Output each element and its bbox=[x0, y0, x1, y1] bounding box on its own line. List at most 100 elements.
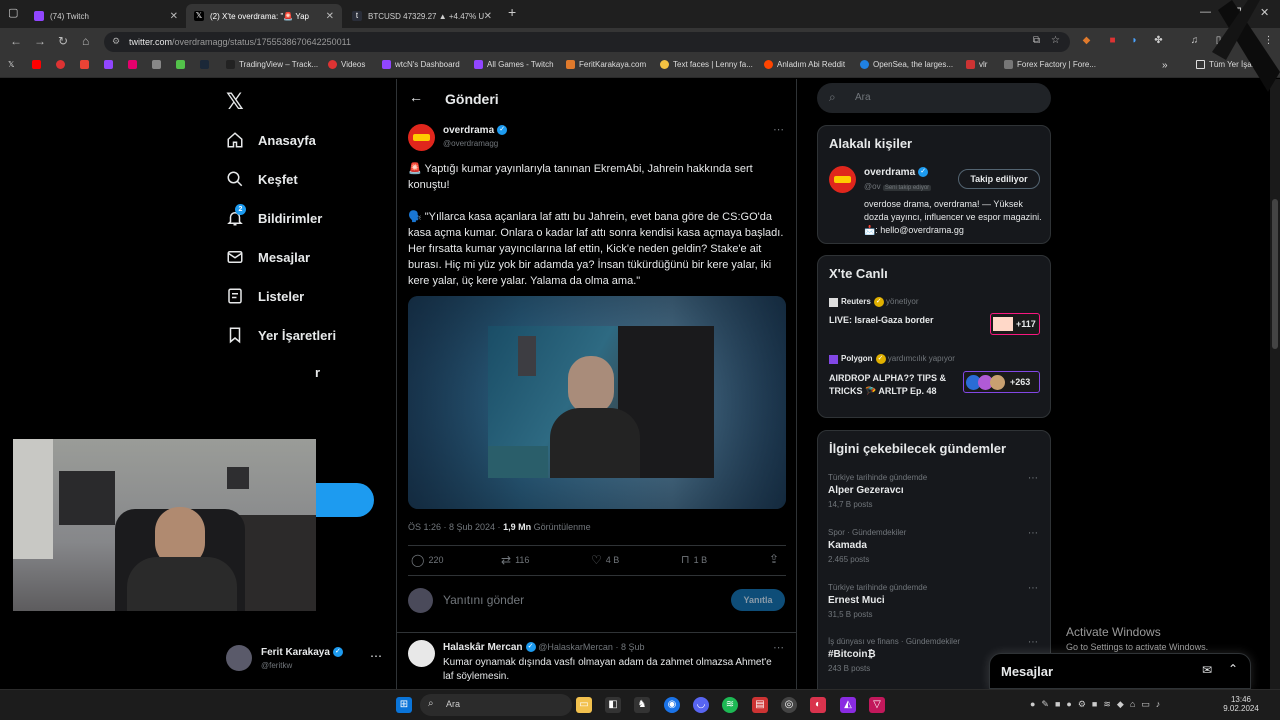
author-name[interactable]: overdrama ✓ bbox=[443, 125, 508, 136]
reload-icon[interactable]: ↻ bbox=[58, 34, 68, 48]
bookmark-button[interactable]: ⊓ 1 B bbox=[681, 553, 707, 566]
bookmark-tradingview[interactable]: TradingView – Track... bbox=[226, 60, 318, 69]
windows-start-icon[interactable]: ⊞ bbox=[396, 697, 412, 713]
more-icon[interactable]: ⋯ bbox=[1028, 528, 1038, 539]
close-tab-icon[interactable]: ✕ bbox=[170, 11, 178, 22]
forward-icon[interactable]: → bbox=[34, 34, 46, 48]
app-icon[interactable]: ▽ bbox=[869, 697, 885, 713]
live-title[interactable]: AIRDROP ALPHA?? TIPS & TRICKS 🪂 ARLTP Ep… bbox=[829, 372, 957, 398]
site-info-icon[interactable]: ⚙ bbox=[112, 36, 120, 47]
trend-item[interactable]: Türkiye tarihinde gündemde Alper Gezerav… bbox=[828, 473, 1042, 509]
app-icon[interactable]: ◐ bbox=[810, 697, 826, 713]
bookmark-youtube-icon[interactable] bbox=[32, 60, 45, 69]
reply-author-avatar[interactable] bbox=[408, 640, 435, 667]
scrollbar-thumb[interactable] bbox=[1272, 199, 1278, 349]
extension-icon[interactable]: ◗ bbox=[1128, 35, 1141, 48]
system-tray-icons[interactable]: ●✎■●⚙■≋◆⌂▭♪ bbox=[1030, 699, 1166, 710]
bookmark-star-icon[interactable]: ☆ bbox=[1051, 35, 1060, 46]
app-icon[interactable]: ♞ bbox=[634, 697, 650, 713]
tab-menu-icon[interactable]: ▢ bbox=[8, 6, 18, 19]
extension-icon[interactable]: ■ bbox=[1106, 35, 1119, 48]
live-title[interactable]: LIVE: Israel-Gaza border bbox=[829, 315, 969, 325]
bookmark-gmail-icon[interactable] bbox=[80, 60, 93, 69]
more-icon[interactable]: ⋯ bbox=[370, 649, 382, 663]
bookmark-videos[interactable]: Videos bbox=[328, 60, 365, 69]
extensions-puzzle-icon[interactable]: ✤ bbox=[1152, 35, 1165, 48]
related-avatar[interactable] bbox=[829, 166, 856, 193]
app-icon[interactable]: ◭ bbox=[840, 697, 856, 713]
tab-tradingview[interactable]: t BTCUSD 47329.27 ▲ +4.47% U ✕ bbox=[344, 4, 500, 28]
bookmark-twitch-icon[interactable] bbox=[104, 60, 117, 69]
nav-item-notifications[interactable]: 2 Bildirimler bbox=[226, 204, 322, 227]
search-box[interactable]: ⌕ Ara bbox=[817, 83, 1051, 113]
author-avatar[interactable] bbox=[408, 124, 435, 151]
share-icon[interactable]: ⇪ bbox=[769, 552, 779, 566]
chrome-icon[interactable]: ◉ bbox=[664, 697, 680, 713]
expand-up-icon[interactable]: ⌃ bbox=[1228, 662, 1238, 676]
back-arrow-icon[interactable]: ← bbox=[409, 89, 423, 105]
store-icon[interactable]: ◧ bbox=[605, 697, 621, 713]
bookmark-vlr[interactable]: vlr bbox=[966, 60, 987, 69]
discord-icon[interactable]: ◡ bbox=[693, 697, 709, 713]
scrollbar[interactable] bbox=[1270, 79, 1280, 689]
spotify-icon[interactable]: ≋ bbox=[722, 697, 738, 713]
app-icon[interactable]: ◎ bbox=[781, 697, 797, 713]
taskbar-search[interactable]: ⌕ Ara bbox=[420, 694, 572, 716]
nav-item-home[interactable]: Anasayfa bbox=[226, 131, 316, 149]
reply-button[interactable]: ◯ 220 bbox=[411, 553, 443, 567]
bookmark-x-icon[interactable]: 𝕏 bbox=[8, 60, 14, 69]
new-tab-button[interactable]: + bbox=[508, 4, 516, 20]
following-button[interactable]: Takip ediliyor bbox=[958, 169, 1040, 189]
bookmark-dashboard[interactable]: wtcN's Dashboard bbox=[382, 60, 460, 69]
live-listeners-badge[interactable]: +263 bbox=[963, 371, 1040, 393]
new-message-icon[interactable]: ✉ bbox=[1202, 663, 1212, 677]
close-tab-icon[interactable]: ✕ bbox=[326, 11, 334, 22]
file-explorer-icon[interactable]: ▭ bbox=[576, 697, 592, 713]
nav-item-explore[interactable]: Keşfet bbox=[226, 170, 298, 188]
account-switcher[interactable]: Ferit Karakaya ✓ @feritkw ⋯ bbox=[226, 645, 390, 675]
more-icon[interactable]: ⋯ bbox=[1028, 637, 1038, 648]
reply-input[interactable]: Yanıtını gönder bbox=[443, 593, 524, 607]
author-handle[interactable]: @overdramagg bbox=[443, 139, 498, 148]
bookmark-feritkarakaya[interactable]: FeritKarakaya.com bbox=[566, 60, 646, 69]
nav-item-lists[interactable]: Listeler bbox=[226, 287, 304, 305]
app-icon[interactable]: ▤ bbox=[752, 697, 768, 713]
tab-twitch[interactable]: (74) Twitch ✕ bbox=[26, 4, 186, 28]
bookmark-icon[interactable] bbox=[176, 60, 189, 69]
bookmark-steam-icon[interactable] bbox=[200, 60, 213, 69]
reply-author[interactable]: Halaskâr Mercan ✓ @HalaskarMercan · 8 Şub bbox=[443, 642, 644, 653]
nav-item-bookmarks[interactable]: Yer İşaretleri bbox=[226, 326, 336, 344]
taskbar-clock[interactable]: 13:46 9.02.2024 bbox=[1218, 695, 1264, 713]
repost-button[interactable]: ⇄ 116 bbox=[501, 553, 529, 567]
post-media-image[interactable] bbox=[408, 296, 786, 509]
more-icon[interactable]: ⋯ bbox=[773, 641, 784, 654]
bookmark-text-faces[interactable]: Text faces | Lenny fa... bbox=[660, 60, 753, 69]
trend-item[interactable]: Türkiye tarihinde gündemde Ernest Muci 3… bbox=[828, 583, 1042, 619]
close-tab-icon[interactable]: ✕ bbox=[484, 11, 492, 22]
more-icon[interactable]: ⋯ bbox=[1028, 583, 1038, 594]
like-button[interactable]: ♡ 4 B bbox=[591, 553, 619, 567]
trend-item[interactable]: Spor · Gündemdekiler Kamada 2.465 posts … bbox=[828, 528, 1042, 564]
bookmark-icon[interactable] bbox=[152, 60, 165, 69]
x-logo-icon[interactable]: 𝕏 bbox=[226, 89, 244, 115]
back-icon[interactable]: ← bbox=[10, 34, 22, 48]
live-listeners-badge[interactable]: +117 bbox=[990, 313, 1040, 335]
nav-item-messages[interactable]: Mesajlar bbox=[226, 248, 310, 266]
bookmark-reddit[interactable]: Anladım Abi Reddit bbox=[764, 60, 845, 69]
nav-item-partial-label[interactable]: r bbox=[315, 365, 320, 380]
messages-drawer[interactable]: Mesajlar ✉ ⌃ bbox=[989, 653, 1251, 689]
bookmark-forex-factory[interactable]: Forex Factory | Fore... bbox=[1004, 60, 1096, 69]
address-bar[interactable]: ⚙ twitter.com/overdramagg/status/1755538… bbox=[104, 32, 1070, 52]
more-icon[interactable]: ⋯ bbox=[1028, 473, 1038, 484]
bookmark-all-games[interactable]: All Games - Twitch bbox=[474, 60, 554, 69]
reply-submit-button[interactable]: Yanıtla bbox=[731, 589, 785, 611]
more-icon[interactable]: ⋯ bbox=[773, 123, 784, 136]
bookmark-yahoo-icon[interactable] bbox=[128, 60, 141, 69]
bookmark-opensea[interactable]: OpenSea, the larges... bbox=[860, 60, 953, 69]
search-input[interactable]: Ara bbox=[855, 92, 871, 103]
more-bookmarks-icon[interactable]: » bbox=[1162, 60, 1168, 71]
metamask-icon[interactable]: ◆ bbox=[1080, 35, 1093, 48]
bookmark-icon[interactable] bbox=[56, 60, 69, 69]
related-name[interactable]: overdrama ✓ bbox=[864, 167, 929, 178]
home-browser-icon[interactable]: ⌂ bbox=[82, 34, 89, 48]
